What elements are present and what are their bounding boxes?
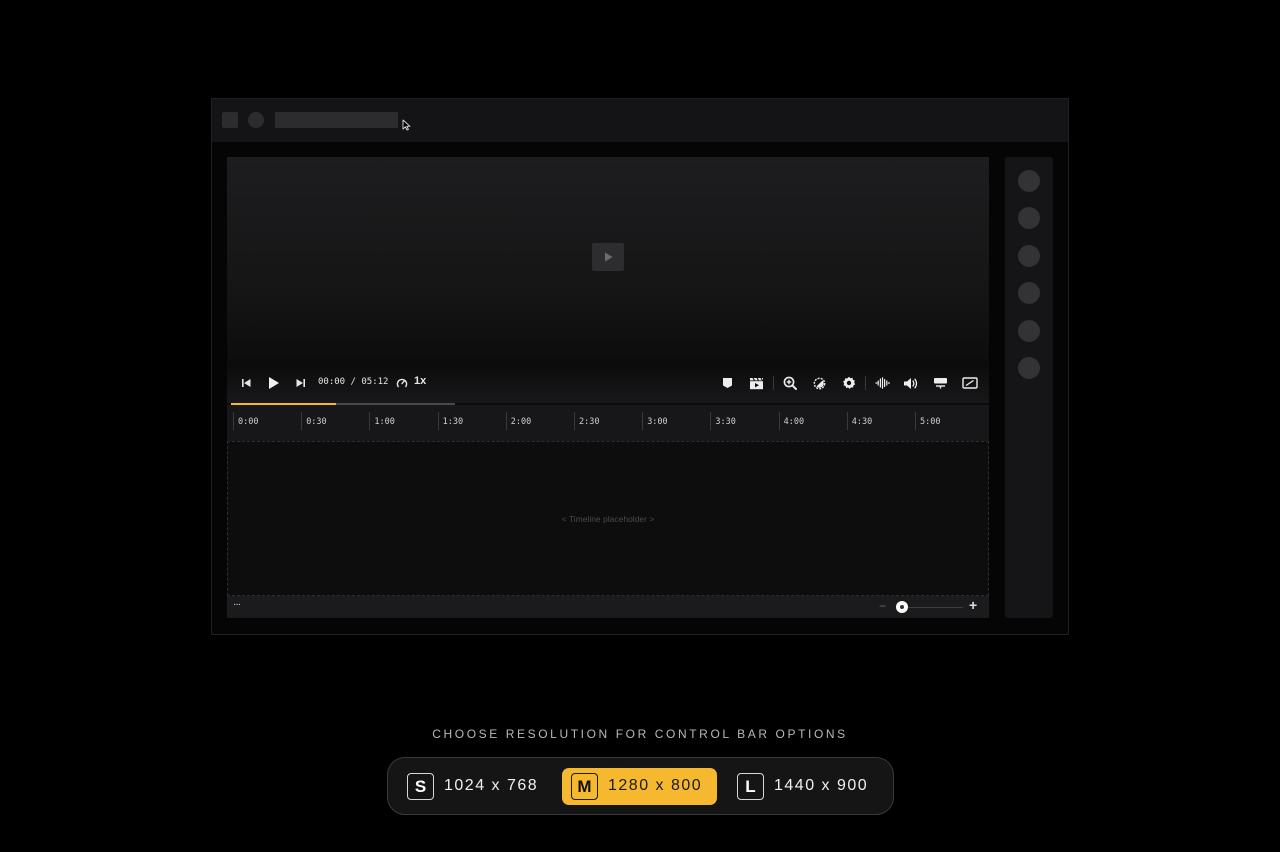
color-adjust-button[interactable] xyxy=(810,373,828,393)
zoom-slider-knob[interactable] xyxy=(896,601,908,613)
resolution-option-s[interactable]: S 1024 x 768 xyxy=(398,768,548,805)
timeline-area[interactable]: < Timeline placeholder > xyxy=(227,441,989,596)
side-panel-button[interactable] xyxy=(1018,320,1040,342)
resolution-option-l[interactable]: L 1440 x 900 xyxy=(728,768,888,805)
aspect-ratio-button[interactable] xyxy=(961,373,979,393)
resolution-key-badge: S xyxy=(407,773,434,800)
app-window: 00:00 / 05:12 1x 0:00 0:30 1:00 1:30 2:0… xyxy=(211,98,1069,635)
window-title-placeholder xyxy=(275,112,398,128)
ruler-tick xyxy=(642,412,644,430)
resolution-selector: S 1024 x 768 M 1280 x 800 L 1440 x 900 xyxy=(387,757,894,815)
side-panel-button[interactable] xyxy=(1018,207,1040,229)
ruler-tick-label: 3:30 xyxy=(715,417,736,427)
skip-back-icon xyxy=(241,379,250,387)
ruler-tick xyxy=(369,412,371,430)
window-button-circle[interactable] xyxy=(248,112,264,128)
video-play-button[interactable] xyxy=(592,243,624,271)
waveform-icon xyxy=(874,377,890,389)
resolution-heading: CHOOSE RESOLUTION FOR CONTROL BAR OPTION… xyxy=(432,727,848,741)
zoom-in-timeline-button[interactable]: + xyxy=(969,597,977,613)
subtitles-icon xyxy=(933,378,947,389)
time-separator: / xyxy=(350,377,356,387)
ruler-tick xyxy=(437,412,439,430)
play-button[interactable] xyxy=(265,373,281,393)
side-panel-button[interactable] xyxy=(1018,282,1040,304)
ruler-tick xyxy=(915,412,916,430)
timeline-footer: ··· − + xyxy=(227,596,989,618)
volume-icon xyxy=(904,377,918,389)
ruler-tick xyxy=(778,412,780,430)
video-viewport[interactable] xyxy=(227,157,989,403)
resolution-key-badge: M xyxy=(571,773,598,800)
toolbar-divider xyxy=(773,376,774,390)
speed-label[interactable]: 1x xyxy=(414,375,426,387)
ruler-tick-label: 0:00 xyxy=(238,417,259,427)
skip-forward-button[interactable] xyxy=(293,373,307,393)
waveform-button[interactable] xyxy=(873,373,891,393)
ruler-tick-label: 4:00 xyxy=(783,417,805,427)
resolution-option-m[interactable]: M 1280 x 800 xyxy=(562,768,717,805)
mouse-cursor-icon xyxy=(402,119,411,131)
ruler-tick xyxy=(301,412,303,430)
ruler-tick xyxy=(574,412,575,430)
aspect-ratio-icon xyxy=(962,377,978,389)
play-icon xyxy=(605,252,613,262)
ruler-tick xyxy=(505,412,507,430)
resolution-value: 1024 x 768 xyxy=(444,777,539,794)
color-adjust-icon xyxy=(813,377,825,389)
zoom-in-button[interactable] xyxy=(781,373,799,393)
subtitles-button[interactable] xyxy=(931,373,949,393)
zoom-in-icon xyxy=(783,376,797,390)
speed-gauge-icon xyxy=(396,378,408,388)
clip-button[interactable] xyxy=(747,373,765,393)
ruler-tick xyxy=(710,412,712,430)
settings-button[interactable] xyxy=(840,373,858,393)
time-current: 00:00 xyxy=(318,377,346,387)
resolution-value: 1280 x 800 xyxy=(608,777,703,794)
skip-back-button[interactable] xyxy=(239,373,253,393)
skip-forward-icon xyxy=(296,379,305,387)
timeline-placeholder-text: < Timeline placeholder > xyxy=(561,513,655,524)
time-ruler[interactable]: 0:00 0:30 1:00 1:30 2:00 2:30 3:00 3:30 4:00 4:30… xyxy=(227,405,989,441)
ruler-tick-label: 4:30 xyxy=(851,417,873,427)
settings-gear-icon xyxy=(843,376,856,389)
volume-button[interactable] xyxy=(902,373,920,393)
resolution-key-badge: L xyxy=(737,773,764,800)
side-panel xyxy=(1005,157,1053,618)
video-player: 00:00 / 05:12 1x 0:00 0:30 1:00 1:30 2:0… xyxy=(227,157,989,618)
resolution-value: 1440 x 900 xyxy=(774,777,869,794)
clapperboard-icon xyxy=(749,377,763,389)
ruler-tick xyxy=(846,412,848,430)
title-bar xyxy=(212,99,1068,142)
toolbar-divider xyxy=(865,376,866,390)
more-options-button[interactable]: ··· xyxy=(233,599,241,610)
side-panel-button[interactable] xyxy=(1018,245,1040,267)
time-total: 05:12 xyxy=(361,377,389,387)
time-display: 00:00 / 05:12 xyxy=(318,377,388,387)
ruler-tick-label: 3:00 xyxy=(647,417,668,427)
ruler-tick-label: 2:00 xyxy=(510,417,532,427)
ruler-tick-label: 0:30 xyxy=(306,417,327,427)
speed-button[interactable] xyxy=(395,373,409,393)
bookmark-icon xyxy=(722,378,732,388)
play-icon xyxy=(268,377,279,389)
control-bar: 00:00 / 05:12 1x xyxy=(227,368,989,398)
ruler-tick xyxy=(233,412,234,430)
bookmark-button[interactable] xyxy=(719,373,735,393)
ruler-tick-label: 1:00 xyxy=(374,417,395,427)
side-panel-button[interactable] xyxy=(1018,357,1040,379)
zoom-out-button[interactable]: − xyxy=(879,599,886,613)
ruler-tick-label: 2:30 xyxy=(579,417,600,427)
ruler-tick-label: 5:00 xyxy=(920,417,941,427)
window-button-square[interactable] xyxy=(222,112,238,128)
ruler-tick-label: 1:30 xyxy=(442,417,464,427)
side-panel-button[interactable] xyxy=(1018,170,1040,192)
